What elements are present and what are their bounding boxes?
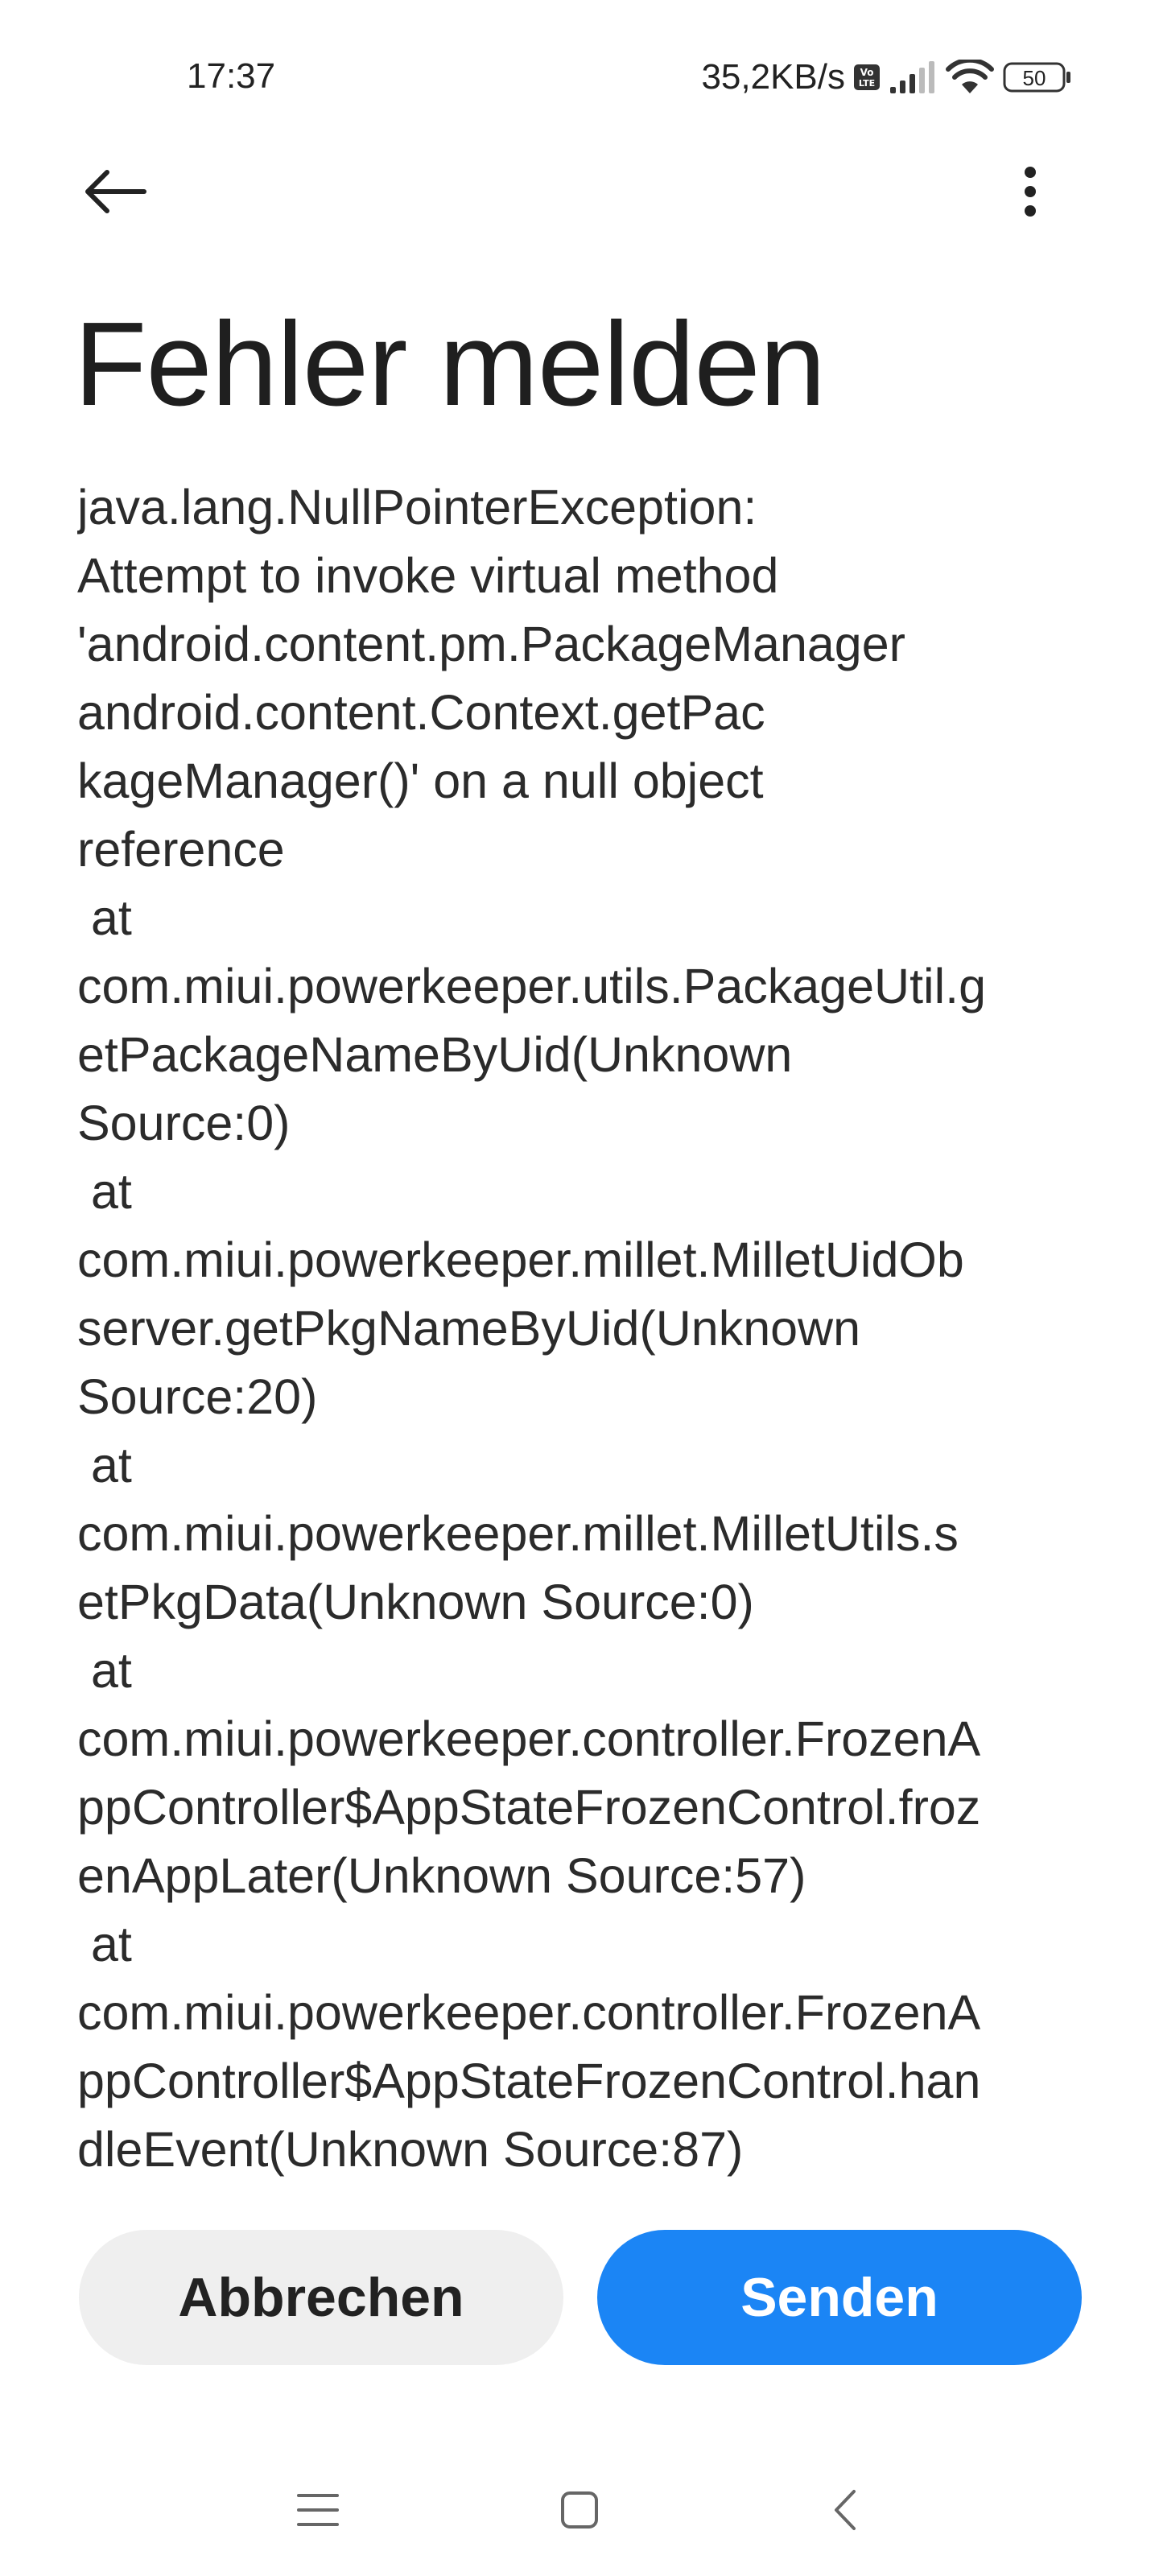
menu-icon [295,2491,340,2533]
error-line: at [77,1438,132,1492]
error-line: com.miui.powerkeeper.millet.MilletUidOb [77,1232,964,1287]
error-line: ppController$AppStateFrozenControl.froz [77,1780,981,1835]
error-line: com.miui.powerkeeper.utils.PackageUtil.g [77,959,987,1013]
status-icons: 35,2KB/s Vo LTE 50 [701,55,1072,100]
wifi-icon [945,60,995,95]
back-icon [833,2489,857,2535]
send-button[interactable]: Senden [597,2230,1082,2365]
error-line: com.miui.powerkeeper.controller.FrozenA [77,1985,981,2040]
back-button[interactable] [71,153,159,233]
battery-icon: 50 [1003,61,1072,93]
error-line: Source:0) [77,1096,291,1150]
page-title: Fehler melden [74,298,826,431]
svg-text:LTE: LTE [859,78,875,89]
nav-back-button[interactable] [809,2479,881,2544]
error-line: Attempt to invoke virtual method [77,548,779,603]
more-options-button[interactable] [998,153,1062,233]
svg-text:Vo: Vo [860,67,874,78]
status-time: 17:37 [187,56,276,96]
nav-menu-button[interactable] [282,2479,354,2544]
error-line: android.content.Context.getPac [77,685,765,740]
navigation-bar [0,2463,1159,2560]
error-line: dleEvent(Unknown Source:87) [77,2122,744,2177]
error-line: com.miui.powerkeeper.controller.FrozenA [77,1711,981,1766]
error-line: com.miui.powerkeeper.millet.MilletUtils.… [77,1506,959,1561]
error-line: etPackageNameByUid(Unknown [77,1027,793,1082]
error-line: enAppLater(Unknown Source:57) [77,1848,806,1903]
error-line: Source:20) [77,1369,318,1424]
error-line: server.getPkgNameByUid(Unknown [77,1301,861,1356]
error-line: reference [77,822,285,877]
volte-icon: Vo LTE [853,64,881,91]
nav-home-button[interactable] [543,2479,616,2544]
error-line: ppController$AppStateFrozenControl.han [77,2054,981,2108]
error-line: at [77,1164,132,1219]
network-speed: 35,2KB/s [701,57,845,97]
error-line: 'android.content.pm.PackageManager [77,617,905,671]
battery-level: 50 [1022,66,1046,90]
error-line: at [77,1643,132,1698]
signal-icon [889,61,937,93]
error-report-text: java.lang.NullPointerException: Attempt … [77,473,1091,2188]
status-bar: 17:37 35,2KB/s Vo LTE 50 [0,0,1159,161]
error-line: at [77,890,132,945]
error-line: kageManager()' on a null object [77,753,764,808]
error-line: at [77,1917,132,1971]
error-line: etPkgData(Unknown Source:0) [77,1575,754,1629]
more-vertical-icon [1022,166,1038,221]
cancel-button[interactable]: Abbrechen [79,2230,563,2365]
home-icon [560,2491,599,2533]
error-line: java.lang.NullPointerException: [77,480,757,535]
arrow-left-icon [83,169,147,218]
